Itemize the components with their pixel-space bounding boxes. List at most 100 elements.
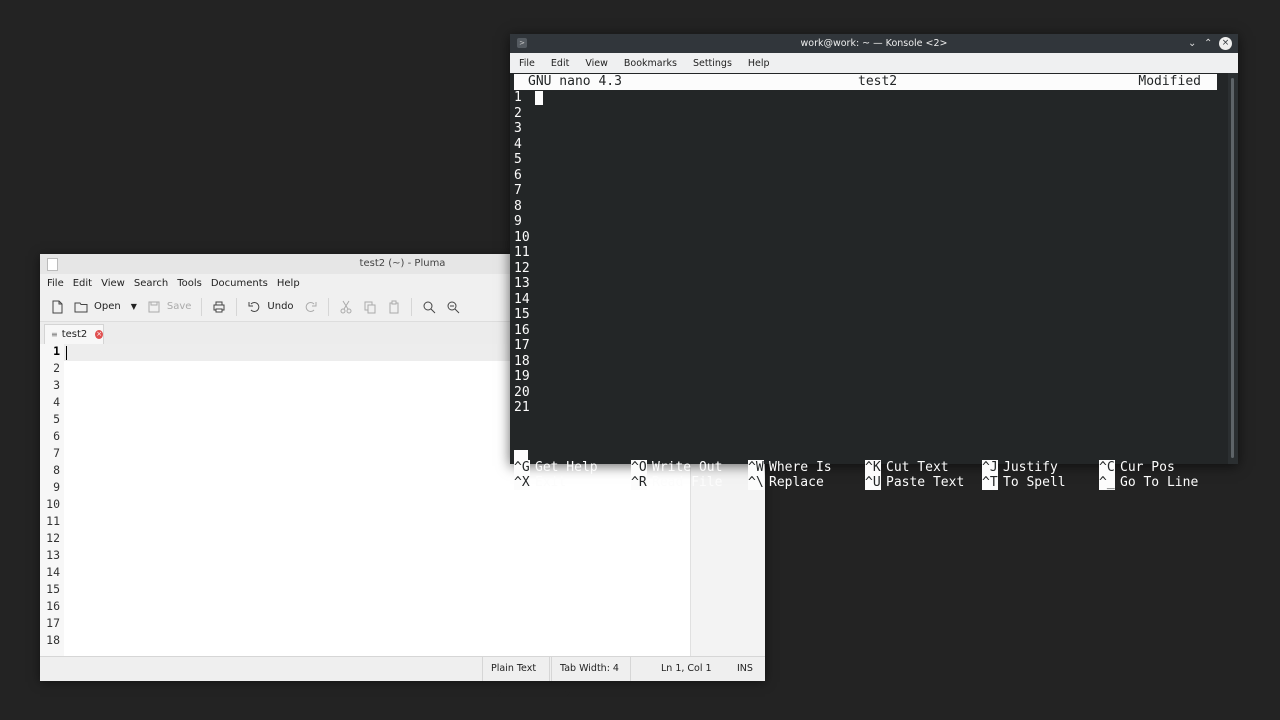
line-number: 8 xyxy=(53,463,60,477)
line-number: 6 xyxy=(514,167,522,183)
menu-view[interactable]: View xyxy=(101,278,125,289)
menu-edit[interactable]: Edit xyxy=(73,278,92,289)
line-number: 17 xyxy=(514,338,530,353)
insert-mode: INS xyxy=(737,663,753,674)
menu-help[interactable]: Help xyxy=(277,278,300,289)
line-number: 21 xyxy=(514,400,530,415)
menu-search[interactable]: Search xyxy=(134,278,168,289)
terminal-icon: > xyxy=(517,38,527,48)
print-button[interactable] xyxy=(212,300,226,314)
line-number: 10 xyxy=(46,497,60,511)
close-icon[interactable]: × xyxy=(1219,37,1232,50)
print-icon xyxy=(213,301,225,312)
menu-documents[interactable]: Documents xyxy=(211,278,268,289)
shortcut-key: ^O xyxy=(631,460,647,475)
cut-button[interactable] xyxy=(339,300,353,314)
line-number: 9 xyxy=(514,214,522,229)
line-number: 6 xyxy=(53,429,60,443)
menu-view[interactable]: View xyxy=(585,58,608,69)
line-number: 7 xyxy=(53,446,60,460)
shortcut-key: ^\ xyxy=(748,475,764,490)
document-lines-icon: ≡ xyxy=(51,330,58,339)
copy-button[interactable] xyxy=(363,300,377,314)
menu-bookmarks[interactable]: Bookmarks xyxy=(624,58,677,69)
line-number: 3 xyxy=(53,378,60,392)
tab-test2[interactable]: ≡ test2 × xyxy=(44,324,104,344)
line-number: 1 xyxy=(514,90,522,105)
search-icon xyxy=(423,301,435,313)
menu-file[interactable]: File xyxy=(519,58,535,69)
shortcut-key: ^C xyxy=(1099,460,1115,475)
shortcut-key: ^G xyxy=(514,460,530,475)
open-button[interactable]: Open xyxy=(74,300,121,314)
line-number: 20 xyxy=(514,384,530,400)
line-number: 2 xyxy=(514,105,522,121)
konsole-titlebar[interactable]: > work@work: ~ — Konsole <2> ⌄ ⌃ × xyxy=(510,34,1238,53)
shortcut-label: Cut Text xyxy=(886,460,949,475)
paste-button[interactable] xyxy=(387,300,401,314)
shortcut-label: Get Help xyxy=(535,460,598,475)
document-icon xyxy=(47,258,58,271)
shortcut-label: To Spell xyxy=(1003,475,1066,490)
tab-width-label: Tab Width: 4 xyxy=(560,663,619,674)
shortcut-label: Replace xyxy=(769,475,824,490)
menu-edit[interactable]: Edit xyxy=(551,58,569,69)
shortcut-label: Paste Text xyxy=(886,475,965,490)
minimize-icon[interactable]: ⌄ xyxy=(1188,34,1196,53)
nano-modified-state: Modified xyxy=(1138,74,1201,89)
cursor-position: Ln 1, Col 1 xyxy=(661,663,712,674)
menu-tools[interactable]: Tools xyxy=(177,278,202,289)
shortcut-label: Read File xyxy=(652,475,723,490)
shortcut-label: Cur Pos xyxy=(1120,460,1175,475)
line-number: 15 xyxy=(514,307,530,322)
line-number: 8 xyxy=(514,198,522,214)
menu-file[interactable]: File xyxy=(47,278,64,289)
toolbar-separator xyxy=(236,297,238,316)
terminal-scrollbar[interactable] xyxy=(1228,73,1238,464)
konsole-window: > work@work: ~ — Konsole <2> ⌄ ⌃ × File … xyxy=(510,34,1238,490)
terminal-cursor xyxy=(535,91,543,105)
line-number: 1 xyxy=(53,344,60,358)
shortcut-key: ^_ xyxy=(1099,475,1115,490)
open-dropdown[interactable]: ▼ xyxy=(131,302,137,311)
line-number: 12 xyxy=(46,531,60,545)
close-icon[interactable]: × xyxy=(95,330,103,339)
shortcut-label: Write Out xyxy=(652,460,723,475)
line-number: 15 xyxy=(46,582,60,596)
undo-button[interactable]: Undo xyxy=(247,300,294,314)
shortcut-label: Where Is xyxy=(769,460,832,475)
line-number: 11 xyxy=(46,514,60,528)
scrollbar-thumb[interactable] xyxy=(1231,78,1234,458)
undo-label: Undo xyxy=(267,301,294,312)
line-number: 14 xyxy=(46,565,60,579)
tab-width-dropdown[interactable]: Tab Width: 4 ▼ xyxy=(551,657,631,697)
maximize-icon[interactable]: ⌃ xyxy=(1204,34,1212,53)
line-number: 16 xyxy=(46,599,60,613)
undo-icon xyxy=(248,301,260,312)
replace-button[interactable] xyxy=(446,300,460,314)
folder-icon xyxy=(74,302,88,312)
copy-icon xyxy=(364,301,376,313)
line-number: 19 xyxy=(514,369,530,384)
line-number: 10 xyxy=(514,229,530,245)
language-label: Plain Text xyxy=(491,663,537,674)
nano-filename: test2 xyxy=(858,74,898,89)
line-number: 7 xyxy=(514,183,522,198)
menu-settings[interactable]: Settings xyxy=(693,58,732,69)
menu-help[interactable]: Help xyxy=(748,58,770,69)
shortcut-key: ^K xyxy=(865,460,881,475)
chevron-down-icon: ▼ xyxy=(496,689,502,697)
shortcut-key: ^X xyxy=(514,475,530,490)
shortcut-key: ^U xyxy=(865,475,881,490)
find-button[interactable] xyxy=(422,300,436,314)
language-dropdown[interactable]: Plain Text ▼ xyxy=(482,657,550,697)
terminal-area[interactable]: GNU nano 4.3 test2 Modified 1 2 3 4 5 6 … xyxy=(510,73,1228,490)
redo-button[interactable] xyxy=(304,300,318,314)
cut-icon xyxy=(340,300,352,313)
open-label: Open xyxy=(94,301,121,312)
line-number: 14 xyxy=(514,291,530,307)
new-button[interactable] xyxy=(50,300,64,314)
line-number: 18 xyxy=(46,633,60,647)
save-button[interactable]: Save xyxy=(147,300,191,314)
chevron-down-icon: ▼ xyxy=(130,302,137,311)
